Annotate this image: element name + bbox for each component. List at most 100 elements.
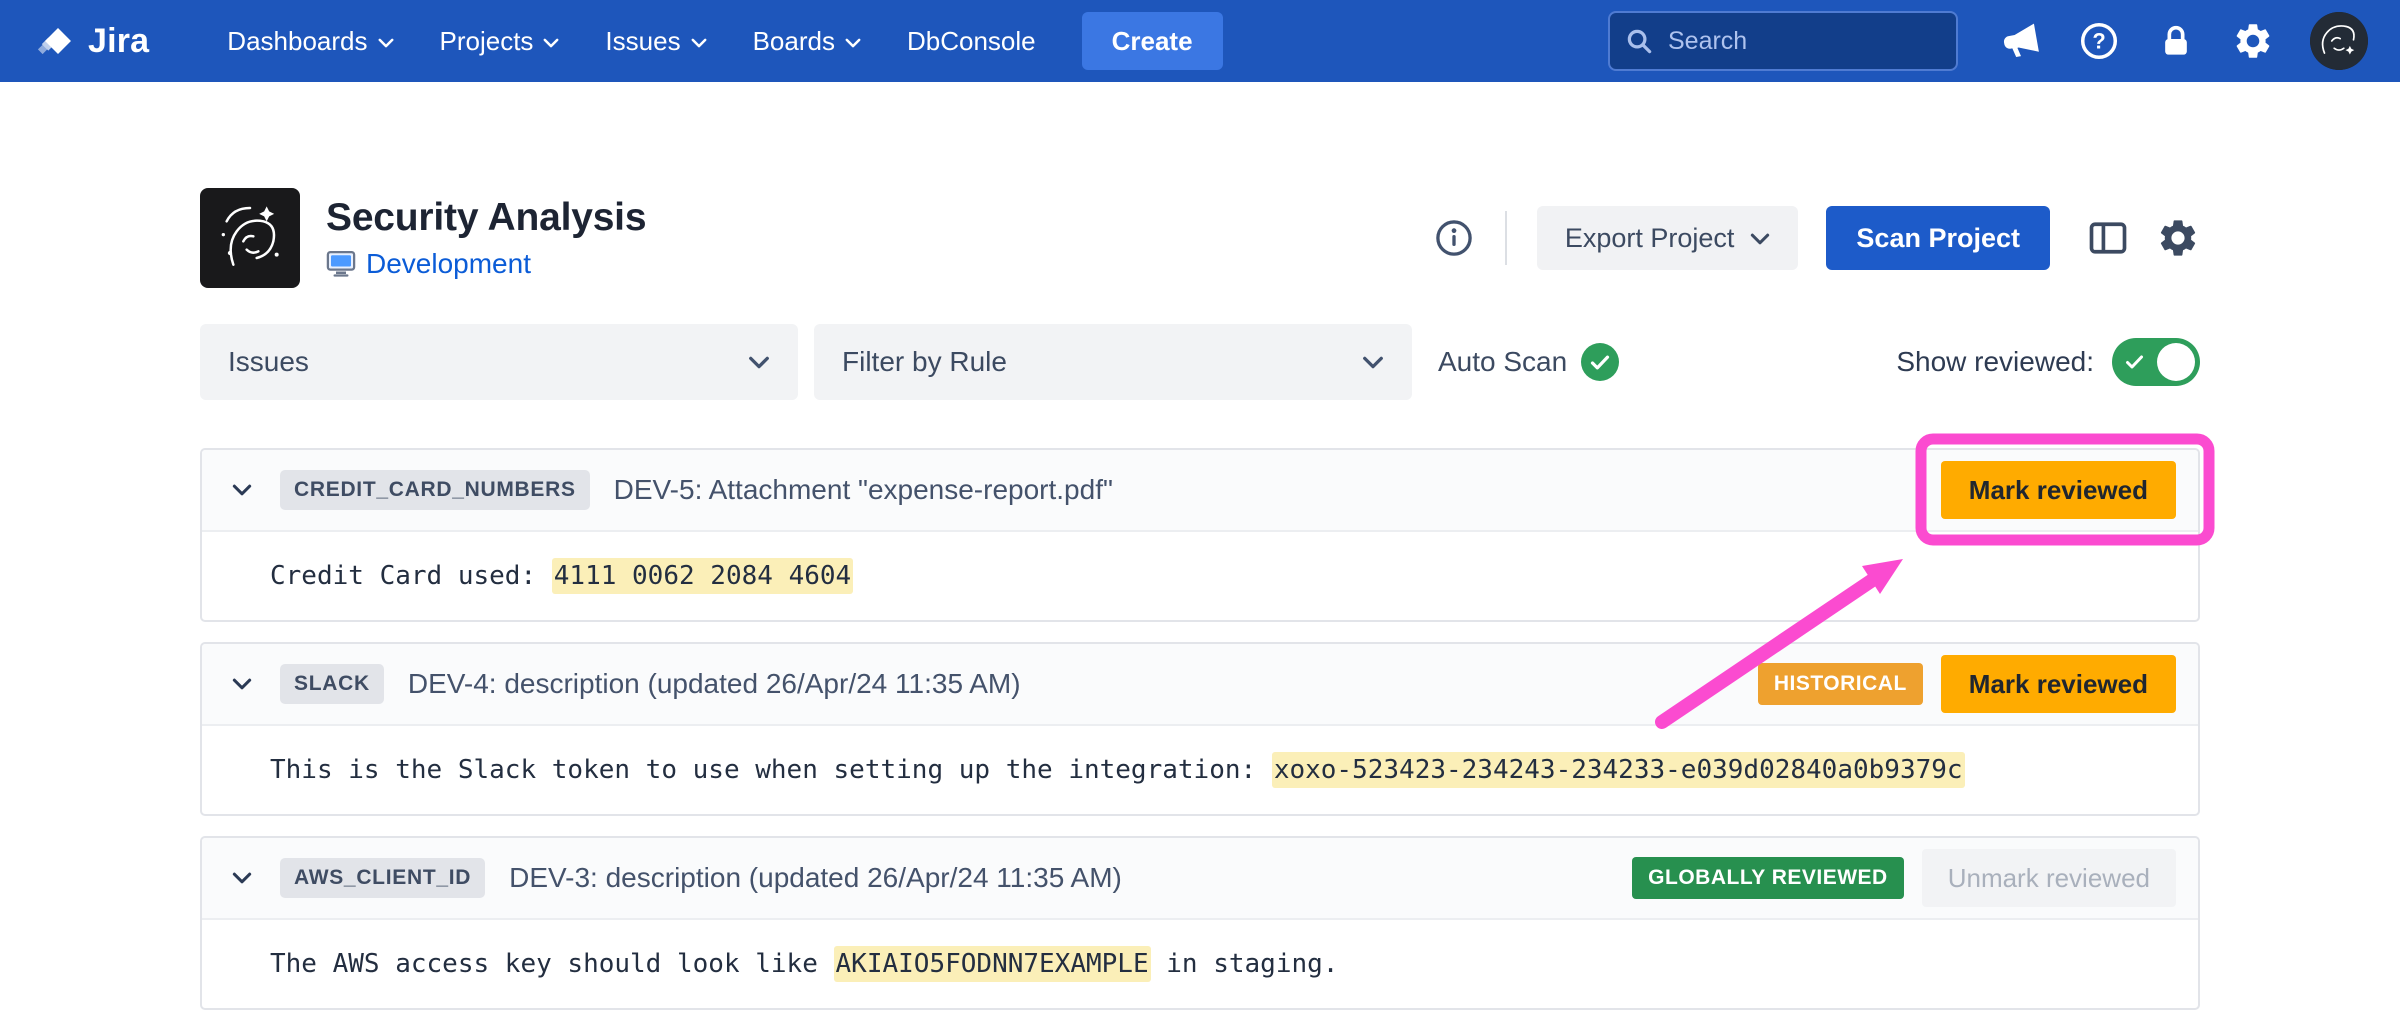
finding-title: DEV-5: Attachment "expense-report.pdf" [614,474,1113,506]
navbar-search[interactable] [1608,11,1958,71]
create-button[interactable]: Create [1082,12,1223,70]
finding-content: Credit Card used: 4111 0062 2084 4604 [202,532,2198,620]
page-title: Security Analysis [326,196,646,240]
rule-badge: AWS_CLIENT_ID [280,858,485,898]
finding-header[interactable]: CREDIT_CARD_NUMBERS DEV-5: Attachment "e… [202,450,2198,532]
globally-reviewed-badge: GLOBALLY REVIEWED [1632,857,1904,899]
jira-logo-icon [36,19,80,63]
finding-header[interactable]: AWS_CLIENT_ID DEV-3: description (update… [202,838,2198,920]
navbar-actions: ? [2000,12,2368,70]
project-type-icon [326,250,356,278]
collapse-chevron-icon[interactable] [232,872,252,884]
settings-button[interactable] [2232,20,2274,62]
finding-card: AWS_CLIENT_ID DEV-3: description (update… [200,836,2200,1010]
issues-filter-value: Issues [228,346,309,378]
app: Jira Dashboards Projects Issues Boards D… [0,0,2400,1010]
chevron-down-icon [845,38,861,48]
jira-logo-text: Jira [88,22,149,61]
finding-card: SLACK DEV-4: description (updated 26/Apr… [200,642,2200,816]
divider [1505,211,1507,265]
finding-content: This is the Slack token to use when sett… [202,726,2198,814]
collapse-chevron-icon[interactable] [232,484,252,496]
collapse-chevron-icon[interactable] [232,678,252,690]
export-project-label: Export Project [1565,223,1735,254]
header-actions: Export Project Scan Project [1433,206,2200,270]
user-avatar[interactable] [2310,12,2368,70]
export-project-button[interactable]: Export Project [1537,206,1799,270]
show-reviewed-control: Show reviewed: [1896,338,2200,386]
issues-filter-dropdown[interactable]: Issues [200,324,798,400]
check-icon [2125,355,2144,369]
project-settings-button[interactable] [2156,216,2200,260]
nav-item-label: Projects [440,26,534,57]
show-reviewed-label: Show reviewed: [1896,346,2094,378]
nav-item-dashboards[interactable]: Dashboards [227,26,393,57]
finding-content: The AWS access key should look like AKIA… [202,920,2198,1008]
historical-badge: HISTORICAL [1758,663,1923,705]
nav-item-label: DbConsole [907,26,1036,57]
finding-text-suffix: in staging. [1151,949,1339,979]
gear-icon [2156,216,2200,260]
finding-header[interactable]: SLACK DEV-4: description (updated 26/Apr… [202,644,2198,726]
finding-title: DEV-3: description (updated 26/Apr/24 11… [509,862,1122,894]
project-avatar-art [210,198,290,278]
toggle-knob [2157,343,2195,381]
chevron-down-icon [748,356,770,369]
announcements-button[interactable] [2000,20,2042,62]
gear-icon [2232,20,2274,62]
secret-value: AKIAIO5FODNN7EXAMPLE [834,946,1151,982]
jira-logo[interactable]: Jira [36,19,149,63]
finding-card: CREDIT_CARD_NUMBERS DEV-5: Attachment "e… [200,448,2200,622]
filter-bar: Issues Filter by Rule Auto Scan Show rev… [200,324,2200,400]
help-glyph: ? [2092,29,2105,54]
nav-item-label: Dashboards [227,26,367,57]
auto-scan-enabled-icon [1581,343,1619,381]
top-navbar: Jira Dashboards Projects Issues Boards D… [0,0,2400,82]
search-icon [1624,26,1654,56]
unmark-reviewed-button[interactable]: Unmark reviewed [1922,849,2176,907]
auto-scan-status: Auto Scan [1438,343,1619,381]
project-header: Security Analysis Development [200,188,2200,288]
rule-badge: CREDIT_CARD_NUMBERS [280,470,590,510]
nav-item-dbconsole[interactable]: DbConsole [907,26,1036,57]
auto-scan-label: Auto Scan [1438,346,1567,378]
chevron-down-icon [378,38,394,48]
show-reviewed-toggle[interactable] [2112,338,2200,386]
findings-list: CREDIT_CARD_NUMBERS DEV-5: Attachment "e… [200,448,2200,1010]
finding-text: This is the Slack token to use when sett… [270,755,1272,785]
permissions-button[interactable] [2156,21,2196,61]
primary-nav: Dashboards Projects Issues Boards DbCons… [227,26,1035,57]
info-icon [1433,217,1475,259]
project-link-label: Development [366,248,531,280]
help-icon: ? [2078,20,2120,62]
chevron-down-icon [1750,233,1770,245]
project-avatar [200,188,300,288]
megaphone-icon [1997,17,2046,66]
help-button[interactable]: ? [2078,20,2120,62]
title-block: Security Analysis Development [326,196,646,280]
check-icon [1590,355,1610,370]
project-link[interactable]: Development [326,248,646,280]
mark-reviewed-button[interactable]: Mark reviewed [1941,655,2176,713]
nav-item-label: Issues [605,26,680,57]
rule-filter-dropdown[interactable]: Filter by Rule [814,324,1412,400]
secret-value: xoxo-523423-234243-234233-e039d02840a0b9… [1272,752,1965,788]
rule-filter-value: Filter by Rule [842,346,1007,378]
finding-text: Credit Card used: [270,561,552,591]
nav-item-projects[interactable]: Projects [440,26,560,57]
info-button[interactable] [1433,217,1475,259]
secret-value: 4111 0062 2084 4604 [552,558,853,594]
board-view-button[interactable] [2086,216,2130,260]
nav-item-issues[interactable]: Issues [605,26,706,57]
nav-item-boards[interactable]: Boards [753,26,861,57]
search-input[interactable] [1666,26,1942,57]
finding-text: The AWS access key should look like [270,949,834,979]
chevron-down-icon [543,38,559,48]
main-content: Security Analysis Development [200,188,2200,1010]
mark-reviewed-button[interactable]: Mark reviewed [1941,461,2176,519]
scan-project-button[interactable]: Scan Project [1826,206,2050,270]
rule-badge: SLACK [280,664,384,704]
lock-icon [2156,21,2196,61]
avatar-pattern [2310,12,2368,70]
layout-columns-icon [2086,216,2130,260]
